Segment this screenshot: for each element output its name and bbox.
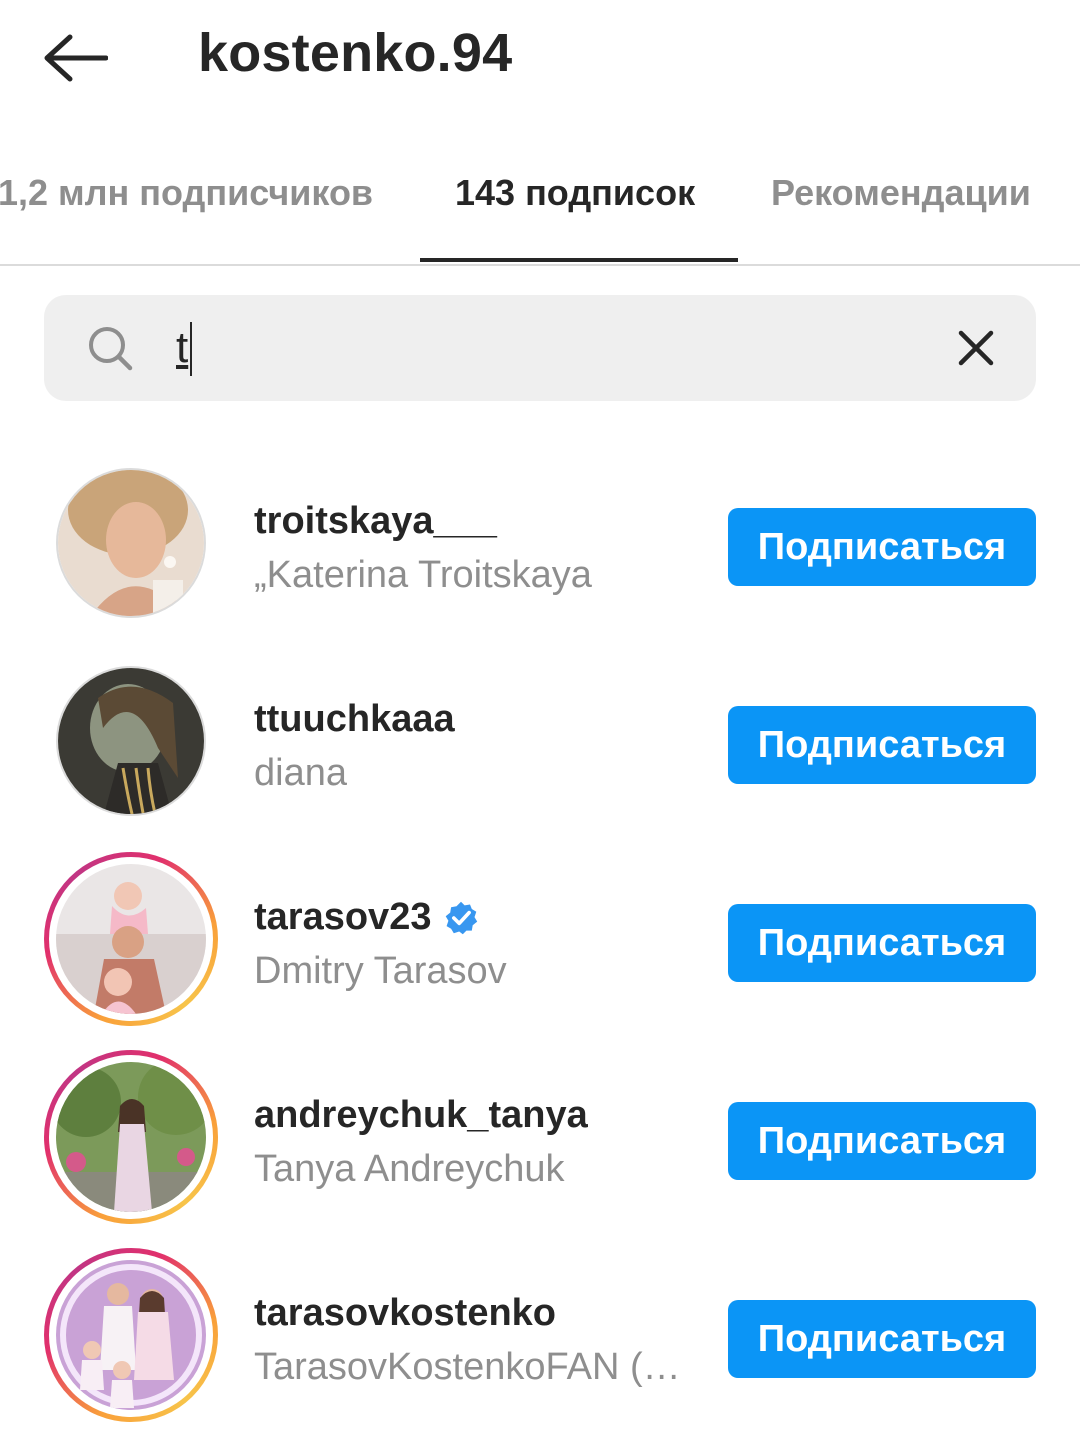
full-name: „Katerina Troitskaya	[254, 554, 592, 596]
search-icon	[89, 327, 133, 371]
avatar	[56, 864, 206, 1014]
username[interactable]: andreychuk_tanya	[254, 1094, 588, 1137]
list-item[interactable]: tarasov23 Dmitry Tarasov Подписаться	[0, 840, 1080, 1038]
clear-search-button[interactable]	[950, 322, 1002, 374]
back-button[interactable]	[30, 20, 120, 96]
avatar	[56, 666, 206, 816]
avatar	[56, 1062, 206, 1212]
avatar-container[interactable]	[44, 456, 218, 630]
avatar-container[interactable]	[44, 852, 218, 1026]
tab-following[interactable]: 143 подписок	[455, 172, 695, 214]
tab-followers[interactable]: 1,2 млн подписчиков	[0, 172, 373, 214]
username[interactable]: ttuuchkaaa	[254, 698, 455, 741]
list-item[interactable]: tarasovkostenko TarasovKostenkoFAN (… По…	[0, 1236, 1080, 1434]
username[interactable]: troitskaya___	[254, 500, 497, 543]
page-title: kostenko.94	[198, 23, 513, 83]
avatar-container[interactable]	[44, 654, 218, 828]
verified-badge-icon	[446, 901, 478, 934]
tab-bar: 1,2 млн подписчиков 143 подписок Рекомен…	[0, 150, 1080, 266]
close-icon	[958, 330, 994, 366]
avatar	[56, 1260, 206, 1410]
follow-button[interactable]: Подписаться	[728, 1102, 1036, 1180]
list-item[interactable]: ttuuchkaaa diana Подписаться	[0, 642, 1080, 840]
full-name: Tanya Andreychuk	[254, 1148, 565, 1190]
search-input[interactable]	[176, 318, 916, 378]
follow-button[interactable]: Подписаться	[728, 1300, 1036, 1378]
full-name: diana	[254, 752, 347, 794]
avatar	[56, 468, 206, 618]
tab-suggested[interactable]: Рекомендации	[771, 172, 1031, 214]
username[interactable]: tarasov23	[254, 896, 479, 939]
follow-button[interactable]: Подписаться	[728, 706, 1036, 784]
text-caret	[190, 322, 192, 376]
active-tab-indicator	[420, 258, 738, 262]
list-item[interactable]: troitskaya___ „Katerina Troitskaya Подпи…	[0, 444, 1080, 642]
arrow-left-icon	[44, 34, 108, 82]
follow-button[interactable]: Подписаться	[728, 508, 1036, 586]
list-item[interactable]: andreychuk_tanya Tanya Andreychuk Подпис…	[0, 1038, 1080, 1236]
username[interactable]: tarasovkostenko	[254, 1292, 556, 1335]
follow-button[interactable]: Подписаться	[728, 904, 1036, 982]
avatar-container[interactable]	[44, 1050, 218, 1224]
full-name: Dmitry Tarasov	[254, 950, 507, 992]
header-bar: kostenko.94	[0, 0, 1080, 120]
avatar-container[interactable]	[44, 1248, 218, 1422]
full-name: TarasovKostenkoFAN (…	[254, 1346, 681, 1388]
